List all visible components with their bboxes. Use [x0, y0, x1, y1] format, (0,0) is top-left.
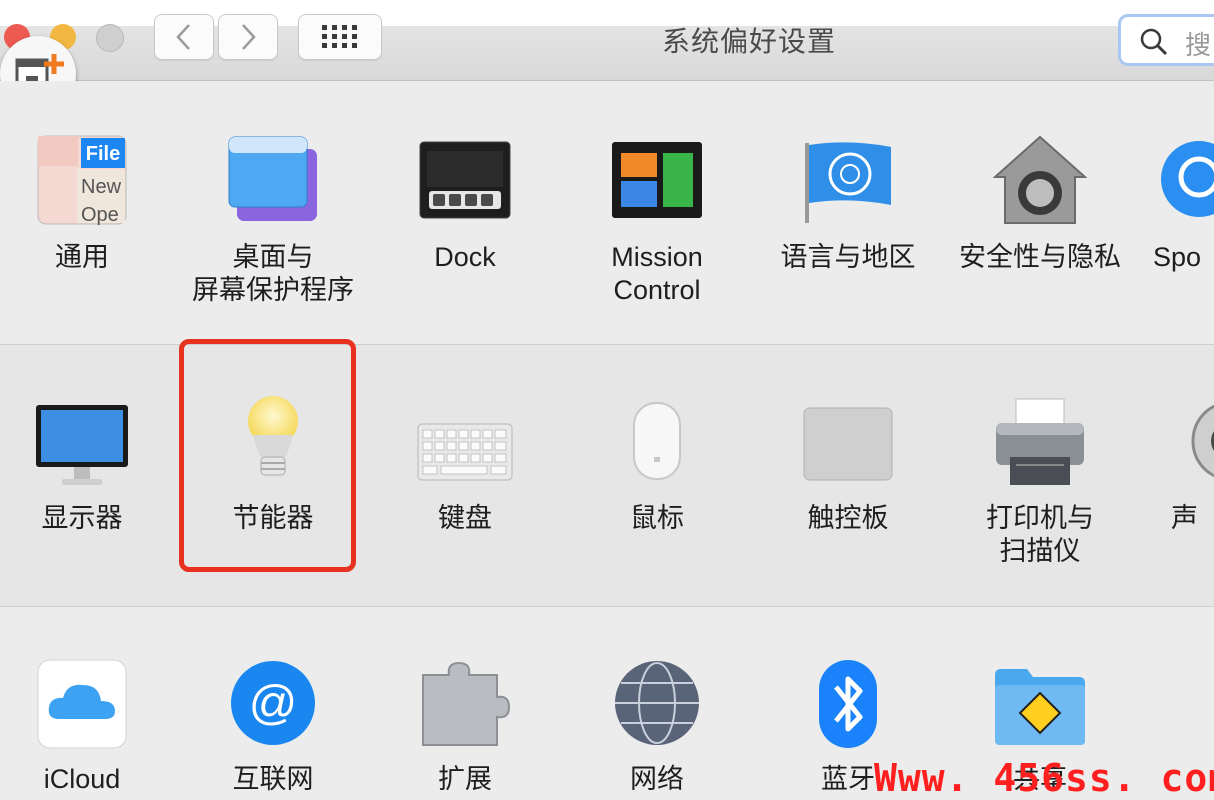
pref-dock[interactable]: Dock: [370, 81, 560, 344]
pref-label: 打印机与 扫描仪: [986, 503, 1094, 566]
watermark: Www. 456ss. com: [874, 756, 1214, 800]
pref-mouse[interactable]: 鼠标: [562, 345, 752, 606]
pref-language-region[interactable]: 语言与地区: [753, 81, 943, 344]
pref-displays[interactable]: 显示器: [0, 345, 177, 606]
pref-mission-control[interactable]: Mission Control: [562, 81, 752, 344]
desktop-icon: [228, 136, 317, 221]
pref-network[interactable]: 网络: [562, 607, 752, 800]
pref-label: Spo: [1153, 242, 1202, 272]
trackpad-icon: [803, 407, 893, 481]
dock-icon: [419, 141, 511, 219]
grid-icon: [322, 25, 357, 48]
keyboard-icon: [417, 423, 513, 481]
sound-icon: [1191, 404, 1214, 478]
pref-label: 安全性与隐私: [959, 242, 1121, 272]
security-icon: [993, 135, 1087, 224]
pref-internet-accounts[interactable]: @ 互联网: [178, 607, 368, 800]
mission-control-icon: [612, 142, 702, 218]
extensions-icon: [422, 661, 511, 746]
network-icon: [615, 661, 699, 745]
pref-printers-scanners[interactable]: 打印机与 扫描仪: [945, 345, 1135, 606]
pref-security-privacy[interactable]: 安全性与隐私: [945, 81, 1135, 344]
window-title: 系统偏好设置: [662, 26, 837, 57]
general-new-text: New: [81, 176, 122, 198]
back-button[interactable]: [154, 14, 214, 60]
mouse-icon: [633, 402, 681, 480]
printer-icon: [996, 398, 1084, 485]
forward-icon: [242, 24, 256, 50]
spotlight-icon: [1161, 141, 1214, 217]
back-icon: [176, 24, 190, 50]
pref-label: 声: [1171, 503, 1198, 533]
pref-general[interactable]: File New Ope 通用: [0, 81, 177, 344]
internet-accounts-icon: @: [231, 661, 315, 745]
general-open-text: Ope: [81, 204, 119, 225]
sharing-icon: [995, 669, 1085, 745]
display-icon: [36, 405, 128, 485]
pref-trackpad[interactable]: 触控板: [753, 345, 943, 606]
forward-button[interactable]: [218, 14, 278, 60]
zoom-window-button[interactable]: [96, 24, 124, 52]
bluetooth-icon: [819, 660, 877, 748]
general-icon: File New Ope: [37, 135, 127, 225]
svg-text:@: @: [249, 677, 298, 730]
search-icon: [1140, 28, 1168, 56]
icloud-icon: [37, 659, 127, 749]
general-file-text: File: [86, 143, 120, 165]
pref-keyboard[interactable]: 键盘: [370, 345, 560, 606]
show-all-button[interactable]: [298, 14, 382, 60]
pref-sound[interactable]: 声: [1137, 345, 1214, 606]
search-placeholder: 搜: [1185, 30, 1212, 60]
pref-spotlight[interactable]: Spo: [1137, 81, 1214, 344]
language-region-icon: [805, 142, 891, 223]
pref-icloud[interactable]: iCloud: [0, 607, 177, 800]
pref-extensions[interactable]: 扩展: [370, 607, 560, 800]
pref-desktop-screensaver[interactable]: 桌面与 屏幕保护程序: [178, 81, 368, 344]
highlight-box: [179, 339, 356, 572]
search-field[interactable]: 搜: [1118, 14, 1214, 66]
